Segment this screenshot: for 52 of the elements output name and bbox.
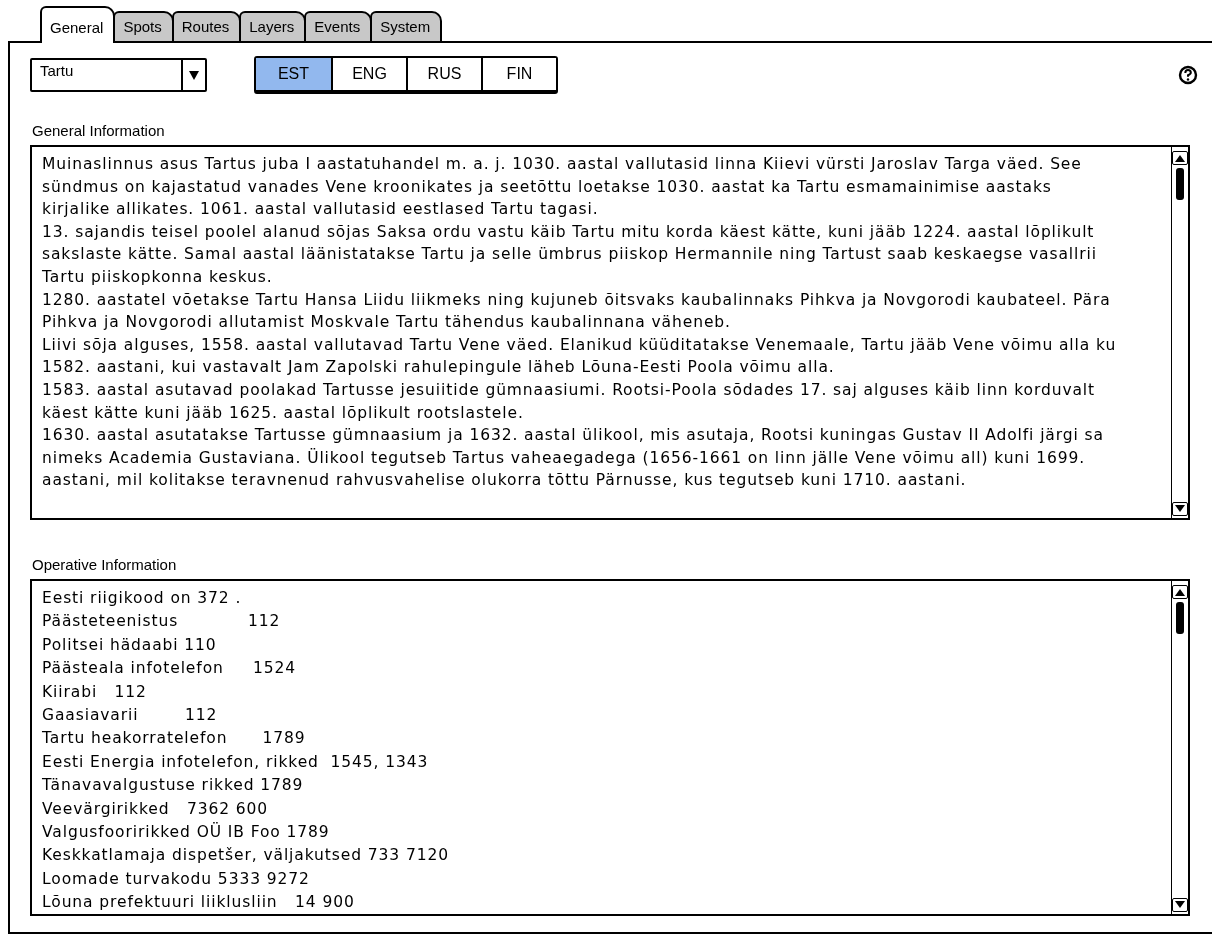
text-line: Gaasiavarii 112	[42, 705, 218, 727]
text-line: Kiirabi 112	[42, 681, 147, 703]
text-line: Veevärgirikked 7362 600	[42, 798, 269, 820]
text-line: Eesti riigikood on 372 .	[42, 588, 242, 609]
text-line: Tänavavalgustuse rikked 1789	[42, 775, 304, 797]
tab[interactable]: System	[370, 11, 443, 41]
text-line: Lõuna prefektuuri liiklusliin 14 900	[42, 892, 355, 914]
scroll-up-icon[interactable]	[1172, 585, 1188, 599]
text-line: käest kätte kuni jääb 1625. aastal lõplikult rootslastele.	[42, 402, 524, 424]
text-area[interactable]	[30, 579, 1190, 916]
section-label: Operative Information	[32, 556, 178, 573]
text-line: kirjalike allikates. 1061. aastal vallutasid eestlased Tartu tagasi.	[42, 199, 599, 221]
text-line: Loomade turvakodu 5333 9272	[42, 868, 310, 890]
text-line: Keskkatlamaja dispetšer, väljakutsed 733 7120	[42, 845, 449, 867]
tab[interactable]: Layers	[239, 11, 307, 41]
text-line: Liivi sõja alguses, 1558. aastal vallutavad Tartu Vene väed. Elanikud küüditatakse Venemaale, Tartu jääb Vene võimu alla ku	[42, 334, 1117, 356]
text-line: Päästeteenistus 112	[42, 611, 281, 633]
tab[interactable]: Events	[304, 11, 373, 41]
caret-icon	[188, 69, 200, 81]
text-line: 1630. aastal asutatakse Tartusse gümnaasium ja 1632. aastal ülikool, mis asutaja, Rootsi kuningas Gustav II Adolfi järgi sa	[42, 425, 1104, 447]
section-label: General Information	[32, 122, 166, 139]
text-line: sakslaste kätte. Samal aastal läänistatakse Tartu ja selle ümbrus piiskop Hermannile ning Tartust saab keskaegse vasallrii	[42, 244, 1097, 266]
text-line: Valgusfooririkked OÜ IB Foo 1789	[42, 821, 330, 844]
scrollbar[interactable]	[1171, 147, 1188, 518]
text-line: Tartu heakorratelefon 1789	[42, 728, 306, 750]
text-line: nimeks Academia Gustaviana. Ülikool tegutseb Tartus vaheaegadega (1656-1661 on linn jälle Vene võimu all) kuni 1699.	[42, 447, 1085, 469]
text-line: Pihkva ja Novgorodi allutamist Moskvale Tartu tähendus kaubalinnana väheneb.	[42, 312, 731, 334]
scroll-thumb[interactable]	[1176, 168, 1184, 200]
text-line: Päästeala infotelefon 1524	[42, 658, 296, 680]
language-button[interactable]: EST	[256, 58, 331, 90]
scroll-up-icon[interactable]	[1172, 151, 1188, 165]
city-dropdown[interactable]: Tartu	[30, 58, 207, 92]
text-line: sündmus on kajastatud vanades Vene kroonikates ja seetõttu loetakse 1030. aastat ka Tartu esmamainimise aastaks	[42, 176, 1052, 198]
text-line: Muinaslinnus asus Tartus juba I aastatuhandel m. a. j. 1030. aastal vallutasid linna Kiievi vürsti Jaroslav Targa väed. See	[42, 154, 1082, 175]
text-line: Tartu piiskopkonna keskus.	[42, 266, 273, 288]
scrollbar[interactable]	[1171, 581, 1188, 914]
tab[interactable]: Routes	[171, 11, 242, 41]
scroll-down-icon[interactable]	[1172, 898, 1188, 912]
text-area[interactable]	[30, 145, 1190, 520]
text-line: 1582. aastani, kui vastavalt Jam Zapolski rahulepingule läheb Lõuna-Eesti Poola võimu alla.	[42, 357, 835, 379]
help-icon[interactable]	[1178, 65, 1198, 85]
text-line: 13. sajandis teisel poolel alanud sõjas Saksa ordu vastu käib Tartu mitu korda käest kätte, kuni jääb 1224. aastal lõplikult	[42, 221, 1095, 243]
text-line: 1583. aastal asutavad poolakad Tartusse jesuiitide gümnaasiumi. Rootsi-Poola sõdades 17. saj alguses käib linn korduvalt	[42, 379, 1096, 401]
text-line: aastani, mil kolitakse teravnenud rahvusvahelise olukorra tõttu Pärnusse, kus tegutseb kuni 1710. aastani.	[42, 470, 967, 492]
language-button[interactable]: FIN	[481, 58, 556, 90]
tab[interactable]: General	[40, 6, 116, 43]
text-line: Politsei hädaabi 110	[42, 634, 217, 656]
scroll-thumb[interactable]	[1176, 602, 1184, 634]
tab[interactable]: Spots	[113, 11, 174, 41]
text-line: 1280. aastatel võetakse Tartu Hansa Liidu liikmeks ning kujuneb õitsvaks kaubalinnaks Pihkva ja Novgorodi kaubateel. Pära	[42, 289, 1111, 311]
scroll-down-icon[interactable]	[1172, 502, 1188, 516]
text-line: Eesti Energia infotelefon, rikked 1545, 1343	[42, 751, 429, 773]
